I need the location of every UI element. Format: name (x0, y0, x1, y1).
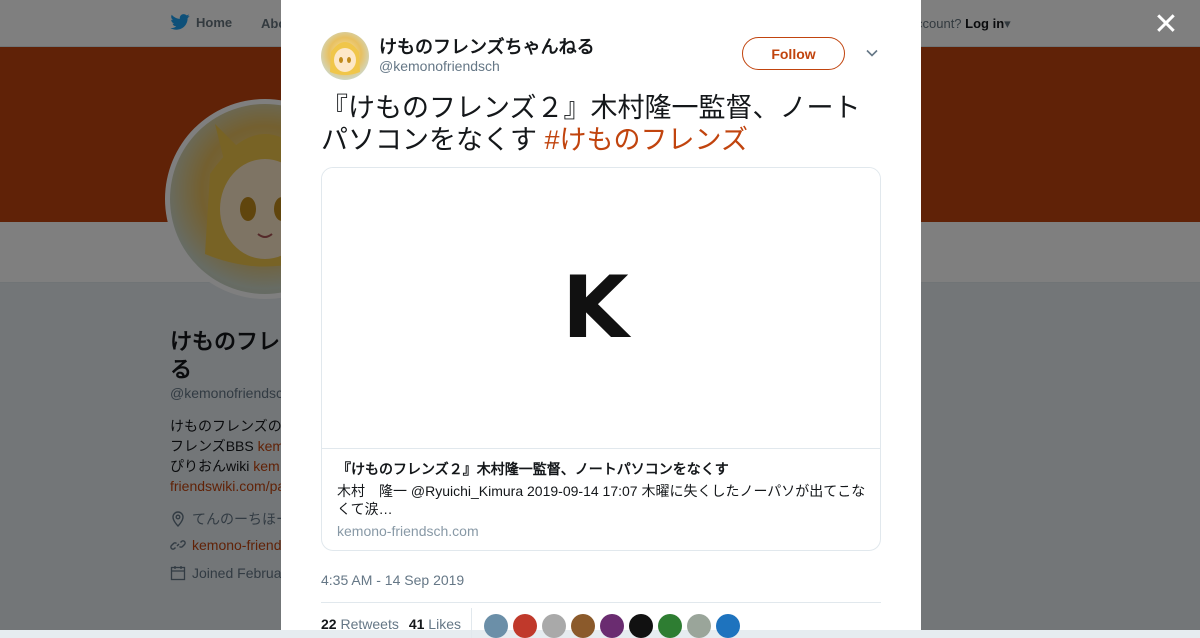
divider (321, 602, 881, 603)
hashtag-link[interactable]: #けものフレンズ (545, 125, 748, 155)
card-title: 『けものフレンズ２』木村隆一監督、ノートパソコンをなくす (337, 461, 729, 477)
liker-avatar[interactable] (571, 614, 595, 638)
author-handle[interactable]: @kemonofriendsch (379, 58, 500, 74)
link-card[interactable]: K 『けものフレンズ２』木村隆一監督、ノートパソコンをなくす 木村 隆一 @Ry… (321, 167, 881, 551)
follow-button[interactable]: Follow (742, 37, 845, 70)
liker-avatars (484, 614, 740, 638)
liker-avatar[interactable] (513, 614, 537, 638)
card-domain: kemono-friendsch.com (337, 523, 479, 539)
liker-avatar[interactable] (629, 614, 653, 638)
author-name[interactable]: けものフレンズちゃんねる (379, 33, 595, 59)
liker-avatar[interactable] (716, 614, 740, 638)
card-image: K (322, 168, 880, 449)
chevron-down-icon[interactable] (865, 46, 879, 60)
liker-avatar[interactable] (484, 614, 508, 638)
avatar-illustration (330, 42, 360, 75)
author-avatar[interactable] (321, 32, 369, 80)
tweet-text: 『けものフレンズ２』木村隆一監督、ノートパソコンをなくす #けものフレンズ (321, 92, 881, 156)
close-icon[interactable]: ✕ (1153, 10, 1179, 40)
liker-avatar[interactable] (600, 614, 624, 638)
liker-avatar[interactable] (687, 614, 711, 638)
liker-avatar[interactable] (542, 614, 566, 638)
liker-avatar[interactable] (658, 614, 682, 638)
card-logo: K (562, 258, 629, 358)
tweet-timestamp[interactable]: 4:35 AM - 14 Sep 2019 (321, 572, 464, 588)
tweet-modal: けものフレンズちゃんねる @kemonofriendsch Follow 『けも… (281, 0, 921, 638)
card-description: 木村 隆一 @Ryuichi_Kimura 2019-09-14 17:07 木… (337, 483, 866, 517)
divider (471, 608, 472, 638)
